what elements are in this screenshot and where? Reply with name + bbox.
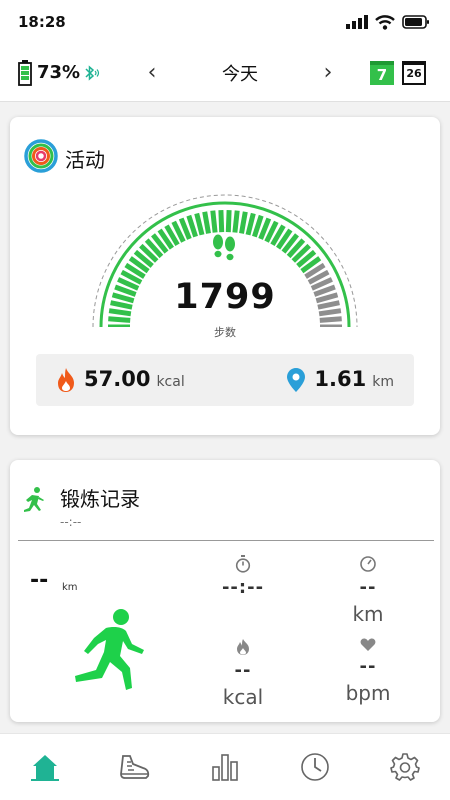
day-calendar-number: 7 [376,65,388,84]
activity-rings-icon [24,139,58,173]
month-calendar-button[interactable]: 26 [402,60,426,85]
duration-stat: --:-- [193,555,293,598]
footprints-icon [213,234,235,261]
gauge-tick [218,210,225,233]
calories-value: 57.00 [84,367,151,391]
workout-distance-unit: km [62,582,78,593]
bottom-nav [0,733,450,800]
bluetooth-icon [85,64,100,81]
next-day-button[interactable]: › [316,60,340,85]
phone-battery-icon [402,15,429,29]
day-calendar-button[interactable]: 7 [370,60,394,85]
duration-value: --:-- [221,577,265,598]
nav-activity[interactable] [105,742,165,792]
gauge-tick [194,212,205,236]
device-battery-percent: 73% [37,62,81,83]
workout-time: --:-- [60,515,82,529]
heart-icon [360,638,376,651]
gauge-tick [210,210,218,233]
gauge-tick [225,210,232,233]
home-icon [31,755,59,781]
pace-unit: km [352,602,384,626]
flame-small-icon [237,639,249,655]
status-icons [346,14,430,30]
distance-metric: 1.61 km [286,367,394,393]
location-pin-icon [287,368,306,392]
calendar-icons: 7 26 [370,60,426,85]
steps-label: 步数 [214,326,236,339]
pace-value: -- [359,577,377,598]
cellular-signal-icon [346,15,368,29]
nav-history[interactable] [285,742,345,792]
activity-card[interactable]: 活动 1799 步数 57.00 kcal 1.61 km [10,117,440,435]
date-nav: ‹ 今天 › [140,60,340,86]
distance-value: 1.61 [314,367,367,391]
clock-icon [301,753,329,781]
gauge-tick [239,211,248,234]
activity-title: 活动 [65,148,105,172]
pace-stat: -- km [318,555,418,626]
nav-stats[interactable] [195,742,255,792]
device-battery: 73% [18,59,128,86]
device-battery-icon [18,59,32,86]
shoe-icon [120,755,150,779]
date-label: 今天 [222,63,258,85]
bar-chart-icon [212,754,238,781]
gauge-tick [245,212,256,236]
gauge-tick [108,316,131,323]
status-bar: 18:28 [0,0,450,44]
workout-calories-unit: kcal [222,685,264,709]
prev-day-button[interactable]: ‹ [140,60,164,85]
speedometer-icon [360,556,376,572]
workout-title: 锻炼记录 [60,487,140,511]
workout-distance-value: -- [30,568,49,593]
workout-card[interactable]: 锻炼记录 --:-- -- km --:-- -- km -- kcal -- … [10,460,440,722]
status-time: 18:28 [18,13,66,31]
runner-small-icon [24,487,44,512]
runner-icon [75,609,144,690]
activity-metrics: 57.00 kcal 1.61 km [36,354,414,406]
gauge-tick [319,316,342,323]
heart-rate-unit: bpm [345,681,391,705]
nav-settings[interactable] [375,742,435,792]
calories-metric: 57.00 kcal [56,367,185,393]
workout-calories-stat: -- kcal [193,638,293,709]
heart-rate-stat: -- bpm [318,638,418,705]
flame-icon [58,368,74,392]
heart-rate-value: -- [359,656,377,677]
gauge-tick [232,210,240,233]
calories-unit: kcal [156,374,185,390]
divider [18,540,434,541]
stopwatch-icon [235,555,251,573]
workout-calories-value: -- [234,660,252,681]
nav-home[interactable] [15,742,75,792]
wifi-icon [375,14,395,30]
steps-value: 1799 [174,277,276,317]
distance-unit: km [372,374,394,390]
gauge-tick [202,211,211,234]
top-nav: 73% ‹ 今天 › 7 26 [0,44,450,102]
month-calendar-number: 26 [406,67,422,80]
settings-icon [390,753,420,781]
